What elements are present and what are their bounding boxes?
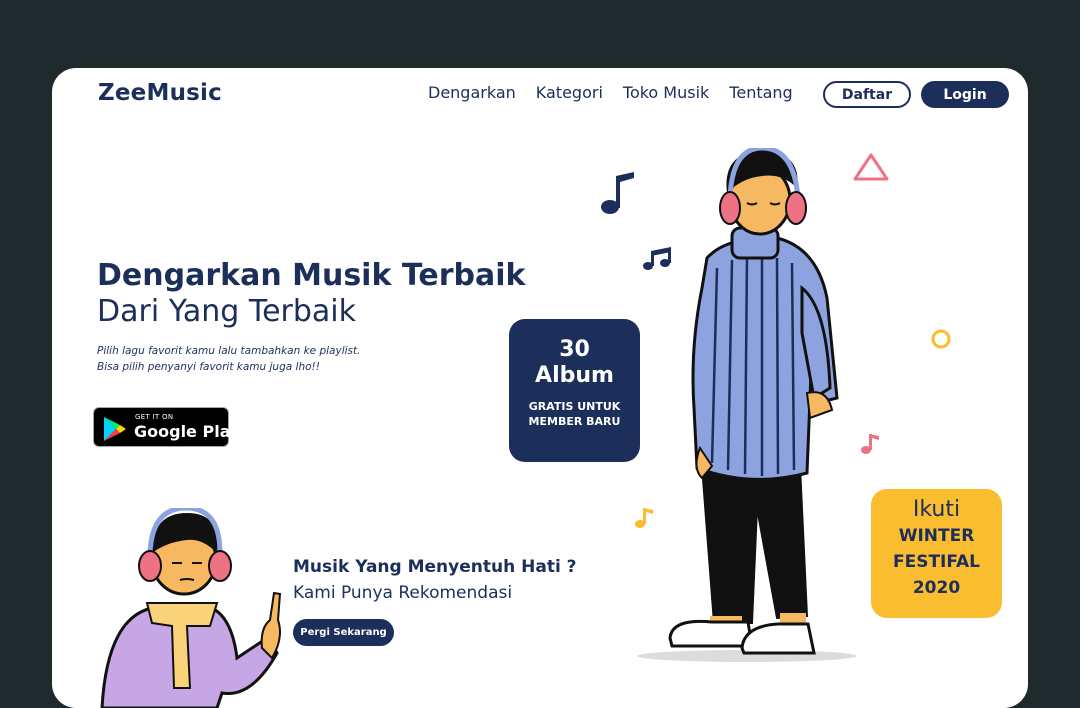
- pergi-sekarang-button[interactable]: Pergi Sekarang: [293, 619, 394, 646]
- hero-title: Dengarkan Musik Terbaik: [97, 258, 526, 293]
- music-note-icon-pink: [861, 434, 879, 454]
- brand-logo[interactable]: ZeeMusic: [98, 80, 222, 106]
- nav-tentang[interactable]: Tentang: [729, 83, 792, 102]
- hero-description: Pilih lagu favorit kamu lalu tambahkan k…: [97, 343, 427, 375]
- google-play-badge[interactable]: GET IT ON Google Play: [93, 407, 240, 447]
- circle-icon: [931, 329, 951, 349]
- main-nav: Dengarkan Kategori Toko Musik Tentang: [428, 83, 793, 102]
- festival-badge[interactable]: Ikuti WINTER FESTIFAL 2020: [871, 489, 1002, 618]
- recommend-subtitle: Kami Punya Rekomendasi: [293, 583, 513, 603]
- landing-card: ZeeMusic Dengarkan Kategori Toko Musik T…: [52, 68, 1028, 708]
- nav-toko-musik[interactable]: Toko Musik: [623, 83, 709, 102]
- recommend-title: Musik Yang Menyentuh Hati ?: [293, 557, 577, 577]
- festival-line2: WINTER: [898, 526, 975, 546]
- hero-desc-line2: Bisa pilih penyanyi favorit kamu juga lh…: [97, 361, 320, 373]
- nav-kategori[interactable]: Kategori: [536, 83, 603, 102]
- google-play-small-text: GET IT ON: [135, 413, 174, 421]
- festival-line4: 2020: [912, 578, 961, 598]
- hero-subtitle: Dari Yang Terbaik: [97, 294, 357, 329]
- festival-line1: Ikuti: [912, 497, 961, 522]
- pointing-person-illustration: [100, 508, 282, 708]
- hero-desc-line1: Pilih lagu favorit kamu lalu tambahkan k…: [97, 345, 361, 357]
- google-play-icon: [104, 417, 126, 441]
- daftar-button[interactable]: Daftar: [823, 81, 911, 108]
- festival-line3: FESTIFAL: [892, 552, 981, 572]
- login-button[interactable]: Login: [921, 81, 1009, 108]
- standing-person-illustration: [637, 148, 857, 662]
- google-play-big-text: Google Play: [134, 422, 241, 441]
- nav-dengarkan[interactable]: Dengarkan: [428, 83, 516, 102]
